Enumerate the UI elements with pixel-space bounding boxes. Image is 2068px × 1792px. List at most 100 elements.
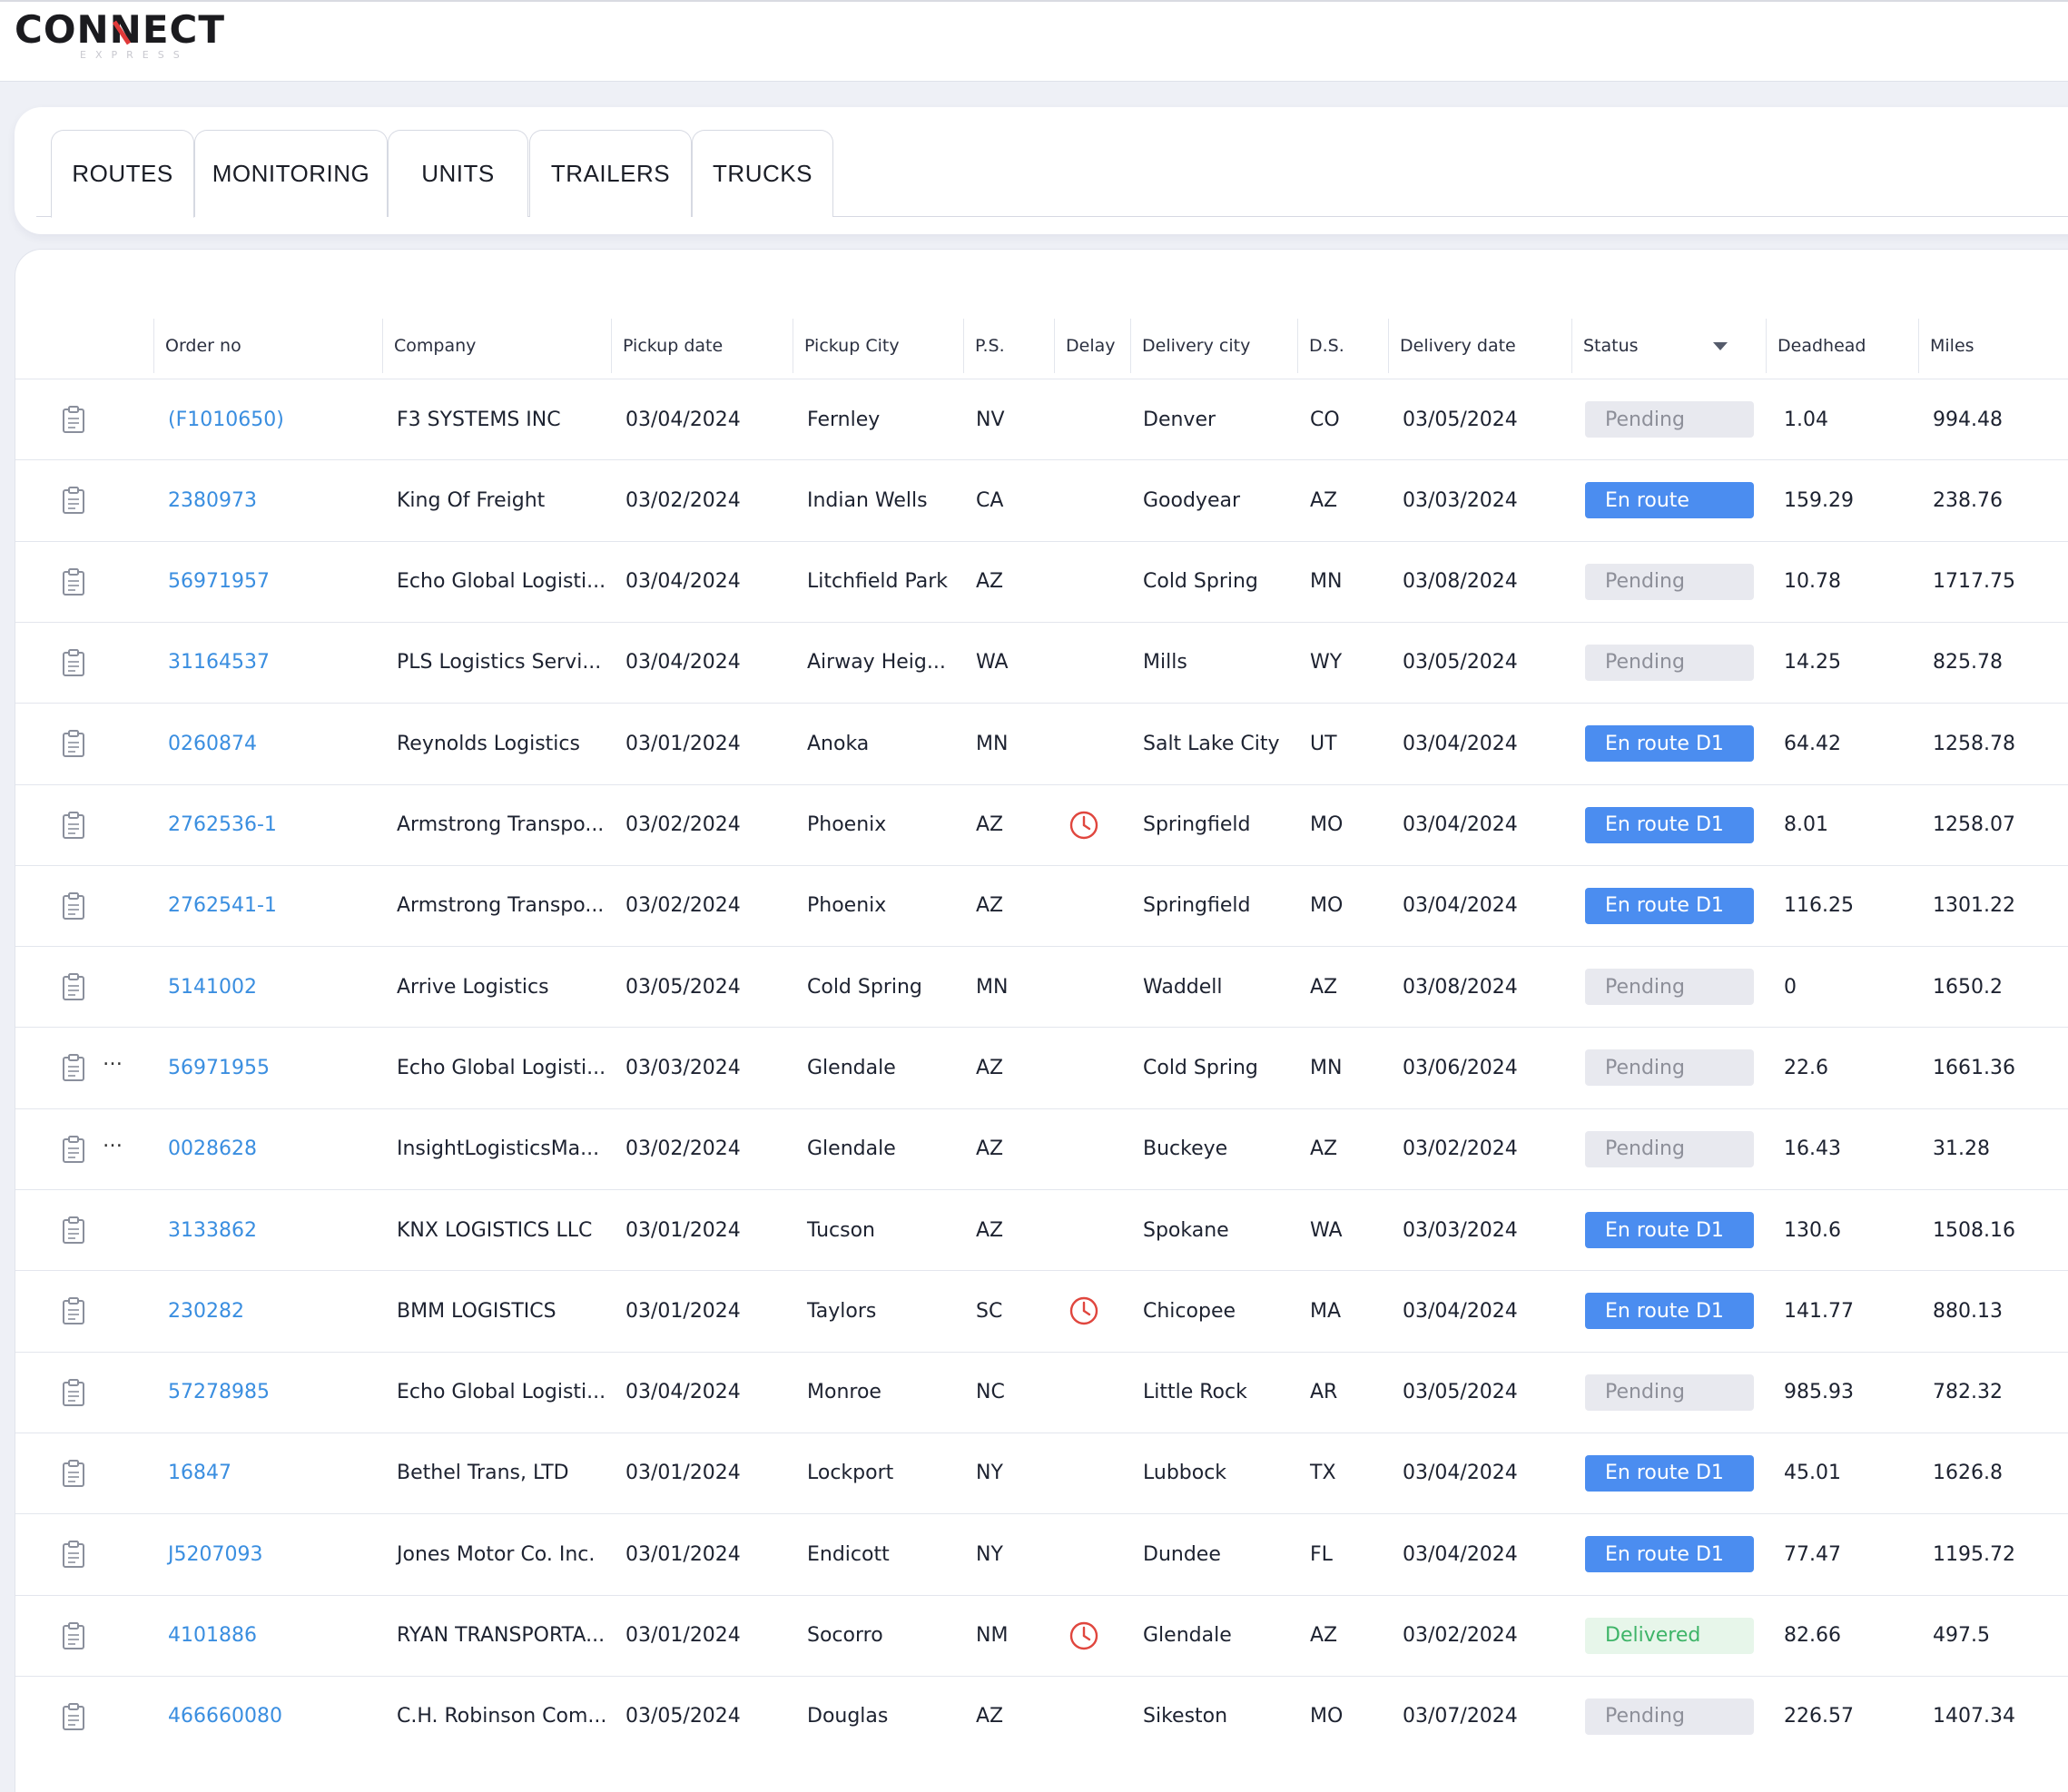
order-link[interactable]: 466660080 [168,1677,282,1757]
delivery-date-cell: 03/04/2024 [1403,1462,1518,1485]
order-link[interactable]: 57278985 [168,1353,270,1433]
column-header-company[interactable]: Company [382,319,611,373]
order-link[interactable]: 2762541-1 [168,866,277,946]
table-row[interactable]: 230282 BMM LOGISTICS 03/01/2024 Taylors SC Ch… [15,1270,2068,1351]
clipboard-icon[interactable] [61,486,86,515]
column-header-delivery-date[interactable]: Delivery date [1388,319,1571,373]
clipboard-icon[interactable] [61,1135,86,1164]
order-link[interactable]: 16847 [168,1433,231,1513]
miles-cell: 1717.75 [1933,570,2015,594]
delivery-date-cell: 03/06/2024 [1403,1056,1518,1079]
order-link[interactable]: (F1010650) [168,379,284,459]
app-logo[interactable]: CONNECT EXPRESS [15,9,225,62]
more-options-icon[interactable]: … [103,1129,123,1152]
order-link[interactable]: 3133862 [168,1190,257,1270]
miles-cell: 994.48 [1933,408,2003,431]
miles-cell: 825.78 [1933,651,2003,674]
pickup-state-cell: AZ [976,1218,1004,1242]
company-cell: Echo Global Logisti... [397,1381,606,1404]
order-link[interactable]: 230282 [168,1271,244,1351]
clipboard-icon[interactable] [61,648,86,677]
clipboard-icon[interactable] [61,1378,86,1407]
deadhead-cell: 8.01 [1784,813,1828,836]
clipboard-icon[interactable] [61,1540,86,1569]
table-row[interactable]: (F1010650) F3 SYSTEMS INC 03/04/2024 Fernle… [15,379,2068,459]
delivery-state-cell: FL [1310,1542,1333,1566]
column-header-deadhead[interactable]: Deadhead [1766,319,1918,373]
order-link[interactable]: 31164537 [168,623,270,703]
more-options-icon[interactable]: … [103,1048,123,1070]
tab-trucks[interactable]: TRUCKS [692,130,833,217]
company-cell: F3 SYSTEMS INC [397,408,561,431]
column-header-d-s[interactable]: D.S. [1297,319,1388,373]
order-link[interactable]: 2762536-1 [168,785,277,865]
table-row[interactable]: … 0028628 InsightLogisticsMa... 03/02/2024 G… [15,1108,2068,1189]
delivery-city-cell: Goodyear [1143,488,1241,512]
table-row[interactable]: 3133862 KNX LOGISTICS LLC 03/01/2024 Tucson… [15,1189,2068,1270]
clipboard-icon[interactable] [61,891,86,921]
column-header-miles[interactable]: Miles [1918,319,2068,373]
table-row[interactable]: 4101886 RYAN TRANSPORTA... 03/01/2024 Socor… [15,1594,2068,1676]
pickup-date-cell: 03/01/2024 [625,1218,741,1242]
clipboard-icon[interactable] [61,1216,86,1245]
table-row[interactable]: 16847 Bethel Trans, LTD 03/01/2024 Lockport… [15,1432,2068,1513]
pickup-state-cell: NC [976,1381,1005,1404]
table-row[interactable]: 5141002 Arrive Logistics 03/05/2024 Cold Sp… [15,946,2068,1027]
clipboard-icon[interactable] [61,729,86,758]
delivery-city-cell: Lubbock [1143,1462,1227,1485]
table-row[interactable]: 466660080 C.H. Robinson Com... 03/05/2024 D… [15,1675,2068,1757]
order-link[interactable]: 56971955 [168,1028,270,1108]
order-link[interactable]: 0260874 [168,704,257,783]
table-row[interactable]: 2762536-1 Armstrong Transpo... 03/02/2024 P… [15,783,2068,865]
order-link[interactable]: 4101886 [168,1596,257,1676]
order-link[interactable]: 5141002 [168,947,257,1027]
miles-cell: 238.76 [1933,488,2003,512]
clipboard-icon[interactable] [61,1296,86,1325]
table-row[interactable]: 2380973 King Of Freight 03/02/2024 Indian W… [15,459,2068,540]
table-row[interactable]: 57278985 Echo Global Logisti... 03/04/2024… [15,1351,2068,1433]
caret-down-icon[interactable] [1713,342,1728,350]
order-link[interactable]: 0028628 [168,1109,257,1189]
order-link[interactable]: 2380973 [168,460,257,540]
clipboard-icon[interactable] [61,972,86,1001]
order-link[interactable]: 56971957 [168,542,270,622]
clipboard-icon[interactable] [61,1459,86,1488]
clipboard-icon[interactable] [61,1053,86,1082]
pickup-city-cell: Lockport [807,1462,894,1485]
deadhead-cell: 159.29 [1784,488,1854,512]
delivery-date-cell: 03/05/2024 [1403,651,1518,674]
company-cell: Echo Global Logisti... [397,1056,606,1079]
column-header-pickup-city[interactable]: Pickup City [793,319,963,373]
table-row[interactable]: 56971957 Echo Global Logisti... 03/04/2024… [15,540,2068,622]
deadhead-cell: 82.66 [1784,1624,1841,1647]
deadhead-cell: 10.78 [1784,570,1841,594]
miles-cell: 1407.34 [1933,1705,2015,1728]
column-header-pickup-date[interactable]: Pickup date [611,319,793,373]
column-header-order-no[interactable]: Order no [153,319,382,373]
order-link[interactable]: J5207093 [168,1514,262,1594]
status-badge: En route D1 [1585,806,1754,843]
tab-routes[interactable]: ROUTES [51,130,194,218]
clipboard-icon[interactable] [61,1621,86,1650]
table-row[interactable]: … 56971955 Echo Global Logisti... 03/03/202… [15,1027,2068,1108]
table-row[interactable]: 31164537 PLS Logistics Servi... 03/04/2024… [15,621,2068,703]
tab-units[interactable]: UNITS [388,130,528,217]
clipboard-icon[interactable] [61,1702,86,1731]
clipboard-icon[interactable] [61,567,86,596]
column-header-delivery-city[interactable]: Delivery city [1130,319,1297,373]
column-header-delay[interactable]: Delay [1054,319,1130,373]
company-cell: InsightLogisticsMa... [397,1137,600,1161]
table-row[interactable]: 2762541-1 Armstrong Transpo... 03/02/2024 P… [15,864,2068,946]
clipboard-icon[interactable] [61,405,86,434]
column-header-p-s[interactable]: P.S. [963,319,1054,373]
clipboard-icon[interactable] [61,811,86,840]
column-header-status[interactable]: Status [1571,319,1766,373]
miles-cell: 1258.07 [1933,813,2015,836]
tab-monitoring[interactable]: MONITORING [194,130,388,217]
table-row[interactable]: J5207093 Jones Motor Co. Inc. 03/01/2024 En… [15,1513,2068,1594]
table-row[interactable]: 0260874 Reynolds Logistics 03/01/2024 Anoka… [15,703,2068,783]
delivery-city-cell: Springfield [1143,813,1251,836]
tab-trailers[interactable]: TRAILERS [529,130,692,217]
miles-cell: 1258.78 [1933,732,2015,755]
clock-icon [1068,1295,1099,1326]
